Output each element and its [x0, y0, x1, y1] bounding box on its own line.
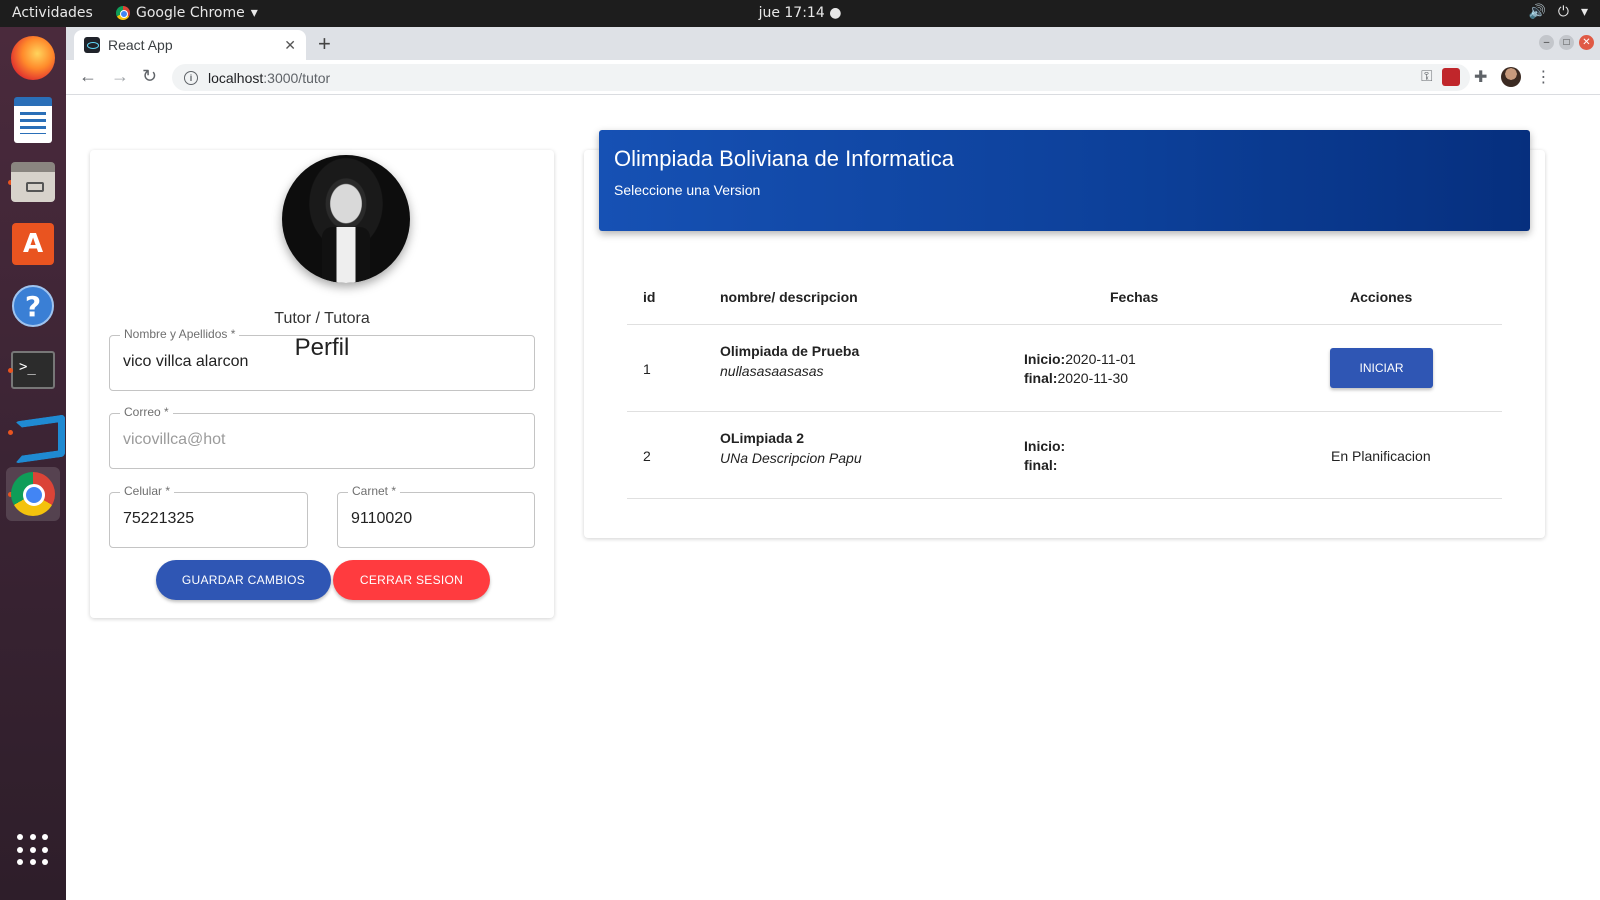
dock-terminal[interactable]: >_ — [6, 343, 60, 397]
row-start: Inicio:2020-11-01 — [1024, 351, 1136, 367]
header-id: id — [643, 289, 656, 305]
dock-vscode[interactable] — [6, 405, 60, 459]
profile-role: Tutor / Tutora — [274, 310, 370, 327]
extensions-puzzle-icon[interactable]: ✚ — [1474, 67, 1487, 87]
dock-writer[interactable] — [6, 93, 60, 147]
libreoffice-writer-icon — [14, 97, 52, 143]
row-name: Olimpiada de Prueba — [720, 343, 860, 359]
volume-icon[interactable]: 🔊 — [1528, 4, 1545, 20]
end-label: final: — [1024, 370, 1058, 386]
page-content: Tutor / Tutora Perfil Nombre y Apellidos… — [66, 96, 1600, 900]
clock-label: jue 17:14 — [758, 5, 825, 21]
caret-down-icon[interactable]: ▾ — [1581, 4, 1588, 20]
extension-icon[interactable] — [1442, 68, 1460, 86]
address-bar[interactable]: i localhost:3000/tutor ⚿ ☆ — [172, 64, 1470, 91]
help-icon: ? — [12, 285, 54, 327]
terminal-icon: >_ — [11, 351, 55, 389]
show-applications-icon[interactable] — [17, 834, 49, 866]
key-icon[interactable]: ⚿ — [1421, 68, 1432, 86]
row-start: Inicio: — [1024, 438, 1065, 454]
dock-chrome[interactable] — [6, 467, 60, 521]
email-field-label: Correo * — [120, 405, 173, 419]
banner-title: Olimpiada Boliviana de Informatica — [614, 146, 954, 171]
row-divider — [627, 498, 1502, 499]
name-field-value[interactable]: vico villca alarcon — [123, 353, 248, 371]
window-close-icon[interactable]: ✕ — [1579, 35, 1594, 50]
olimpiadas-card: Olimpiada Boliviana de Informatica Selec… — [584, 130, 1545, 538]
phone-field-label: Celular * — [120, 484, 175, 498]
start-label: Inicio: — [1024, 438, 1066, 454]
clock[interactable]: jue 17:14 ● — [0, 5, 1600, 21]
row-divider — [627, 411, 1502, 412]
avatar — [282, 155, 410, 283]
dock-help[interactable]: ? — [6, 279, 60, 333]
start-olimpiada-button[interactable]: INICIAR — [1330, 348, 1433, 388]
system-tray[interactable]: 🔊 ⏻ ▾ — [1528, 4, 1588, 20]
profile-card: Tutor / Tutora Perfil Nombre y Apellidos… — [90, 150, 554, 618]
header-dates: Fechas — [1110, 289, 1159, 305]
start-date: 2020-11-01 — [1065, 351, 1136, 367]
row-id: 2 — [643, 448, 651, 464]
window-controls: – □ ✕ — [1539, 35, 1594, 50]
forward-icon[interactable]: → — [111, 66, 129, 87]
header-name: nombre/ descripcion — [720, 289, 858, 305]
minimize-icon[interactable]: – — [1539, 35, 1554, 50]
row-desc: nullasasaasasas — [720, 363, 824, 379]
running-indicator — [8, 368, 13, 373]
carnet-field-value[interactable]: 9110020 — [351, 510, 412, 528]
row-name: OLimpiada 2 — [720, 430, 805, 446]
tab-title: React App — [108, 37, 173, 53]
logout-button[interactable]: CERRAR SESION — [333, 560, 490, 600]
dock: A ? >_ — [0, 27, 66, 900]
dock-files[interactable] — [6, 155, 60, 209]
system-top-bar: Actividades Google Chrome ▾ jue 17:14 ● … — [0, 0, 1600, 27]
software-center-icon: A — [12, 223, 54, 265]
browser-tab[interactable]: React App ✕ — [74, 30, 306, 60]
end-date: 2020-11-30 — [1057, 370, 1129, 386]
browser-tab-strip: React App ✕ + – □ ✕ — [66, 27, 1600, 60]
url-host: localhost — [208, 69, 264, 86]
header-actions: Acciones — [1350, 289, 1413, 305]
name-field[interactable]: Nombre y Apellidos * vico villca alarcon — [109, 327, 535, 391]
header-divider — [627, 324, 1502, 325]
url-path: :3000/tutor — [263, 69, 331, 86]
carnet-field-label: Carnet * — [348, 484, 401, 498]
email-field-value[interactable]: vicovillca@hot — [123, 431, 226, 449]
site-info-icon[interactable]: i — [184, 70, 198, 85]
dock-software[interactable]: A — [6, 217, 60, 271]
power-icon[interactable]: ⏻ — [1558, 4, 1569, 20]
browser-toolbar: ← → ↻ i localhost:3000/tutor ⚿ ☆ ✚ ⋮ — [66, 60, 1600, 95]
new-tab-icon[interactable]: + — [318, 31, 331, 57]
row-end: final: — [1024, 457, 1057, 473]
menu-kebab-icon[interactable]: ⋮ — [1535, 67, 1551, 87]
maximize-icon[interactable]: □ — [1559, 35, 1574, 50]
files-icon — [11, 162, 55, 202]
extensions-area: ✚ ⋮ — [1442, 67, 1551, 87]
firefox-icon — [11, 36, 55, 80]
phone-field[interactable]: Celular * 75221325 — [109, 484, 308, 548]
phone-field-value[interactable]: 75221325 — [123, 510, 194, 528]
row-desc: UNa Descripcion Papu — [720, 450, 862, 466]
email-field[interactable]: Correo * vicovillca@hot — [109, 405, 535, 469]
end-label: final: — [1024, 457, 1058, 473]
save-button[interactable]: GUARDAR CAMBIOS — [156, 560, 331, 600]
dock-firefox[interactable] — [6, 31, 60, 85]
tab-close-icon[interactable]: ✕ — [284, 37, 296, 54]
status-planning: En Planificacion — [1331, 448, 1431, 464]
start-label: Inicio: — [1024, 351, 1066, 367]
row-id: 1 — [643, 361, 651, 377]
carnet-field[interactable]: Carnet * 9110020 — [337, 484, 535, 548]
reload-icon[interactable]: ↻ — [142, 66, 157, 87]
banner-subtitle: Seleccione una Version — [614, 182, 761, 198]
row-end: final:2020-11-30 — [1024, 370, 1128, 386]
chrome-icon — [11, 472, 55, 516]
olimpiadas-banner: Olimpiada Boliviana de Informatica Selec… — [599, 130, 1530, 231]
name-field-label: Nombre y Apellidos * — [120, 327, 240, 341]
vscode-icon — [11, 410, 55, 454]
notification-dot-icon: ● — [829, 5, 842, 21]
profile-avatar-icon[interactable] — [1501, 67, 1522, 87]
react-favicon-icon — [84, 37, 100, 53]
back-icon[interactable]: ← — [79, 66, 97, 87]
